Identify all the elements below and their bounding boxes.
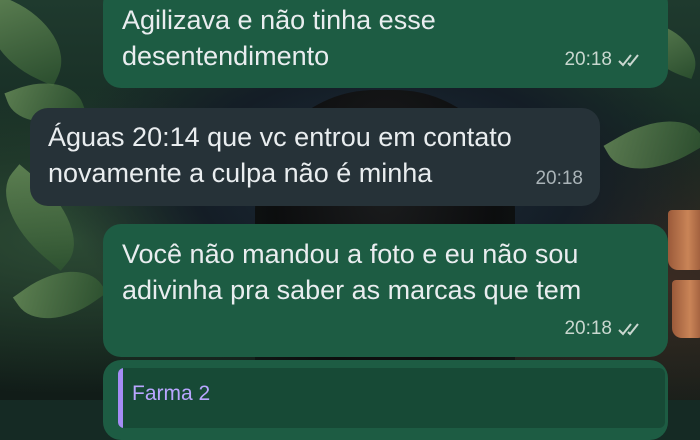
double-check-icon <box>618 54 639 67</box>
message-meta: 20:18 <box>564 42 646 78</box>
quoted-sender-name: Farma 2 <box>132 382 211 405</box>
double-check-icon <box>618 323 639 336</box>
message-time: 20:18 <box>535 168 583 189</box>
wallpaper-leaf <box>603 100 700 190</box>
message-meta: 20:18 <box>564 311 646 347</box>
wallpaper-leaf <box>0 0 79 87</box>
message-meta: 20:18 <box>535 161 583 197</box>
quoted-message[interactable]: Farma 2 <box>118 368 665 428</box>
outgoing-message[interactable]: Agilizava e não tinha esse desentendimen… <box>103 0 668 88</box>
wallpaper-pot <box>668 210 700 270</box>
message-text: Águas 20:14 que vc entrou em contato nov… <box>48 122 512 188</box>
message-time: 20:18 <box>564 49 612 70</box>
message-time: 20:18 <box>564 318 612 339</box>
message-text: Você não mandou a foto e eu não sou adiv… <box>122 239 582 305</box>
wallpaper-pot <box>672 280 700 338</box>
quote-accent-bar <box>118 368 123 428</box>
message-text: Agilizava e não tinha esse desentendimen… <box>122 5 436 71</box>
incoming-message[interactable]: Águas 20:14 que vc entrou em contato nov… <box>30 108 600 206</box>
outgoing-message[interactable]: Você não mandou a foto e eu não sou adiv… <box>103 224 668 357</box>
